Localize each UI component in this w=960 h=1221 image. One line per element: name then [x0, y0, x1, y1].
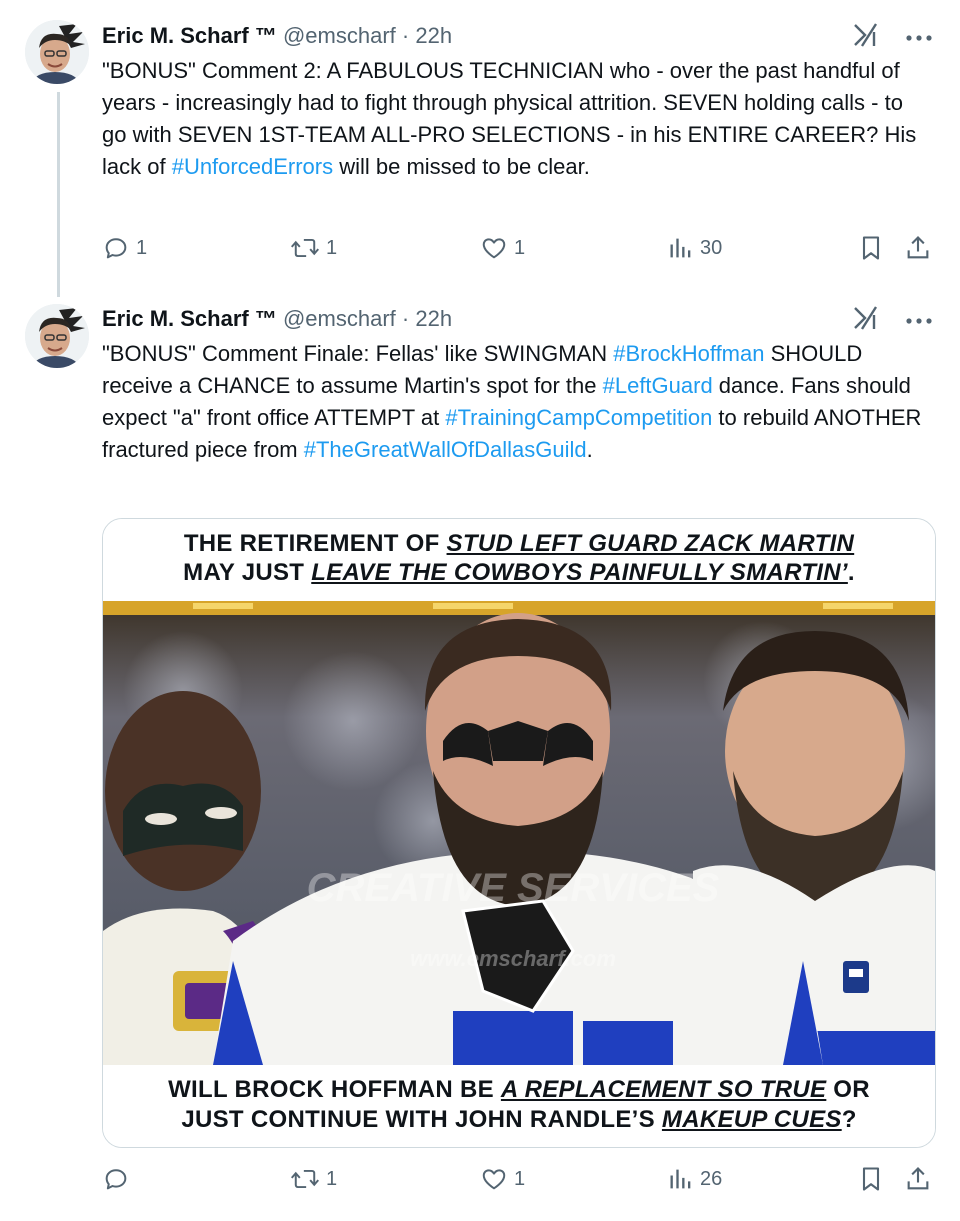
grok-icon[interactable]	[852, 305, 880, 336]
reply-count: 1	[136, 236, 148, 259]
tweet-text-part: .	[586, 437, 593, 462]
reply-icon	[102, 234, 130, 262]
author-name[interactable]: Eric M. Scharf ™	[102, 23, 277, 48]
bookmark-button[interactable]	[858, 1165, 884, 1193]
views-icon	[668, 234, 694, 262]
timestamp[interactable]: · 22h	[402, 23, 452, 48]
watermark-url: www.emscharf.com	[410, 946, 616, 971]
views-button[interactable]: 30	[668, 234, 722, 262]
avatar[interactable]	[25, 20, 89, 84]
hashtag-link[interactable]: #TheGreatWallOfDallasGuild	[304, 437, 587, 462]
tweet-actions: 1 1 1 30	[102, 234, 934, 268]
bookmark-icon	[858, 234, 884, 262]
repost-icon	[290, 1165, 320, 1193]
caption-text: OR	[826, 1076, 870, 1103]
caption-emphasis: MAKEUP CUES	[661, 1106, 842, 1133]
like-count: 1	[514, 1167, 526, 1190]
caption-text: WILL BROCK HOFFMAN BE	[168, 1076, 501, 1103]
hashtag-link[interactable]: #TrainingCampCompetition	[445, 405, 712, 430]
author-handle[interactable]: @emscharf	[283, 306, 396, 331]
share-icon	[904, 1165, 932, 1193]
watermark-text: CREATIVE SERVICES	[307, 866, 720, 910]
heart-icon	[480, 1165, 508, 1193]
heart-icon	[480, 234, 508, 262]
caption-emphasis: LEAVE THE COWBOYS PAINFULLY SMARTIN’	[311, 559, 848, 586]
caption-emphasis: A REPLACEMENT SO TRUE	[500, 1076, 827, 1103]
grok-icon[interactable]	[852, 22, 880, 53]
tweet-text: "BONUS" Comment Finale: Fellas' like SWI…	[102, 338, 932, 466]
tweet-text-part: will be missed to be clear.	[333, 154, 590, 179]
caption-text: ?	[841, 1106, 857, 1133]
repost-count: 1	[326, 1167, 338, 1190]
caption-text: MAY JUST	[183, 559, 312, 586]
more-icon[interactable]	[906, 29, 932, 47]
tweet-media-image[interactable]: THE RETIREMENT OF STUD LEFT GUARD ZACK M…	[102, 518, 936, 1148]
tweet-header: Eric M. Scharf ™ @emscharf · 22h	[102, 22, 452, 50]
like-count: 1	[514, 236, 526, 259]
avatar[interactable]	[25, 304, 89, 368]
repost-count: 1	[326, 236, 338, 259]
reply-icon	[102, 1165, 130, 1193]
football-players-photo: CREATIVE SERVICES www.emscharf.com	[103, 601, 935, 1065]
views-button[interactable]: 26	[668, 1165, 722, 1193]
more-icon[interactable]	[906, 312, 932, 330]
like-button[interactable]: 1	[480, 1165, 525, 1193]
views-count: 30	[700, 236, 723, 259]
tweet-1[interactable]: Eric M. Scharf ™ @emscharf · 22h "BONUS"…	[0, 0, 960, 290]
timestamp[interactable]: · 22h	[402, 306, 452, 331]
repost-button[interactable]: 1	[290, 1165, 337, 1193]
share-button[interactable]	[904, 234, 932, 262]
tweet-text: "BONUS" Comment 2: A FABULOUS TECHNICIAN…	[102, 55, 932, 183]
like-button[interactable]: 1	[480, 234, 525, 262]
tweet-2[interactable]: Eric M. Scharf ™ @emscharf · 22h "BONUS"…	[0, 290, 960, 1221]
caption-text: JUST CONTINUE WITH JOHN RANDLE’S	[181, 1106, 662, 1133]
tweet-top-icons	[852, 22, 932, 53]
media-top-caption: THE RETIREMENT OF STUD LEFT GUARD ZACK M…	[103, 519, 935, 601]
repost-button[interactable]: 1	[290, 234, 337, 262]
share-button[interactable]	[904, 1165, 932, 1193]
hashtag-link[interactable]: #BrockHoffman	[613, 341, 764, 366]
author-name[interactable]: Eric M. Scharf ™	[102, 306, 277, 331]
caption-text: .	[847, 559, 855, 586]
bookmark-icon	[858, 1165, 884, 1193]
tweet-actions: 1 1 26	[102, 1165, 934, 1199]
caption-text: THE RETIREMENT OF	[183, 530, 447, 557]
author-handle[interactable]: @emscharf	[283, 23, 396, 48]
repost-icon	[290, 234, 320, 262]
caption-emphasis: STUD LEFT GUARD ZACK MARTIN	[446, 530, 855, 557]
share-icon	[904, 234, 932, 262]
hashtag-link[interactable]: #LeftGuard	[603, 373, 713, 398]
reply-button[interactable]	[102, 1165, 136, 1193]
views-count: 26	[700, 1167, 723, 1190]
media-bottom-caption: WILL BROCK HOFFMAN BE A REPLACEMENT SO T…	[103, 1065, 935, 1147]
hashtag-link[interactable]: #UnforcedErrors	[172, 154, 333, 179]
tweet-top-icons	[852, 305, 932, 336]
views-icon	[668, 1165, 694, 1193]
reply-button[interactable]: 1	[102, 234, 147, 262]
tweet-text-part: "BONUS" Comment Finale: Fellas' like SWI…	[102, 341, 614, 366]
bookmark-button[interactable]	[858, 234, 884, 262]
tweet-header: Eric M. Scharf ™ @emscharf · 22h	[102, 305, 452, 333]
